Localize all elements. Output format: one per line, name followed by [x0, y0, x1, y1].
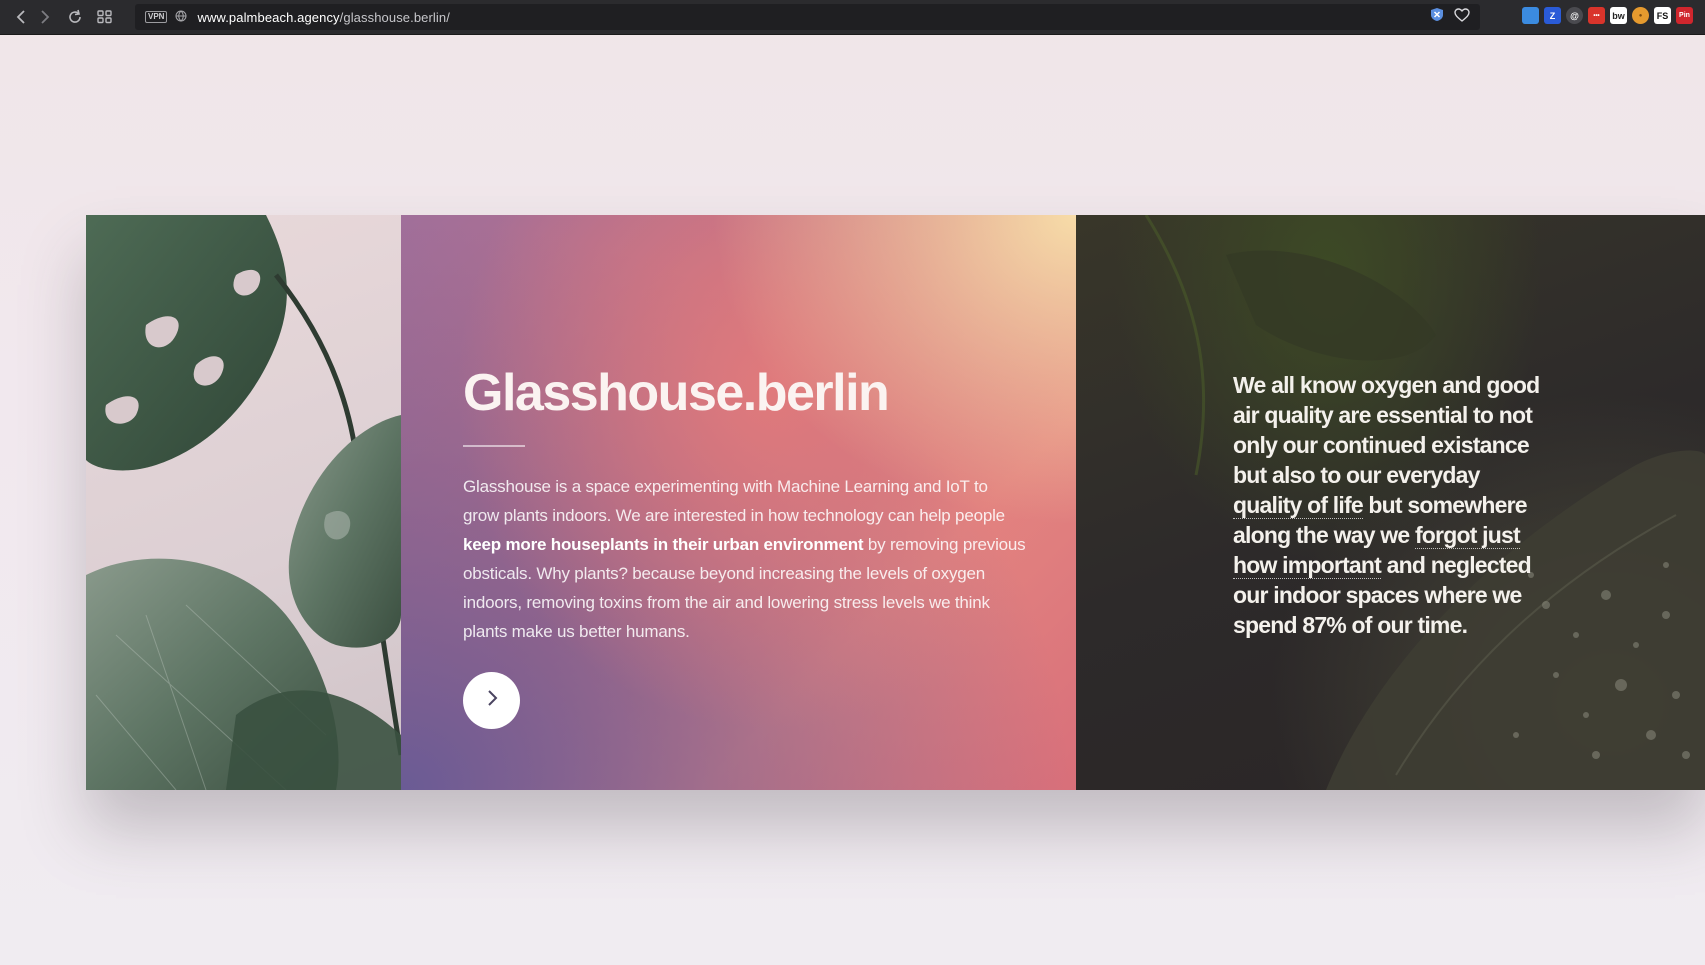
monstera-image: [86, 215, 401, 790]
description-highlight: keep more houseplants in their urban env…: [463, 535, 864, 554]
url-path: /glasshouse.berlin/: [339, 9, 450, 25]
extension-icon-bw[interactable]: bw: [1610, 7, 1627, 24]
intro-panel: Glasshouse.berlin Glasshouse is a space …: [401, 215, 1076, 790]
vpn-badge[interactable]: VPN: [145, 11, 168, 23]
address-bar[interactable]: VPN www.palmbeach.agency/glasshouse.berl…: [135, 4, 1480, 30]
back-icon[interactable]: [10, 6, 32, 28]
browser-toolbar: VPN www.palmbeach.agency/glasshouse.berl…: [0, 0, 1705, 35]
shield-icon[interactable]: [1430, 7, 1444, 27]
title-divider: [463, 445, 525, 447]
quote-text: We all know oxygen and good air quality …: [1233, 370, 1553, 640]
speed-dial-icon[interactable]: [94, 6, 116, 28]
page-title: Glasshouse.berlin: [463, 364, 890, 422]
extension-icon-dots[interactable]: •••: [1588, 7, 1605, 24]
next-button[interactable]: [463, 672, 520, 729]
quote-panel: We all know oxygen and good air quality …: [1076, 215, 1705, 790]
extension-icon-pin[interactable]: Pin: [1676, 7, 1693, 24]
intro-description: Glasshouse is a space experimenting with…: [463, 472, 1028, 646]
forward-icon[interactable]: [34, 6, 56, 28]
quote-text-1: We all know oxygen and good air quality …: [1233, 372, 1540, 488]
extension-icon-fs[interactable]: FS: [1654, 7, 1671, 24]
url-text: www.palmbeach.agency/glasshouse.berlin/: [197, 10, 450, 25]
description-text-1: Glasshouse is a space experimenting with…: [463, 477, 1005, 525]
bookmark-heart-icon[interactable]: [1454, 7, 1470, 27]
reload-icon[interactable]: [64, 6, 86, 28]
hero-card: Glasshouse.berlin Glasshouse is a space …: [86, 215, 1705, 790]
chevron-right-icon: [485, 688, 499, 713]
extension-icon-at[interactable]: @: [1566, 7, 1583, 24]
quote-link-quality-of-life[interactable]: quality of life: [1233, 492, 1364, 519]
extensions-bar: Z @ ••• bw ● FS Pin: [1522, 7, 1693, 24]
url-host: www.palmbeach.agency: [197, 9, 340, 25]
globe-icon: [175, 10, 187, 25]
extension-icon-z[interactable]: Z: [1544, 7, 1561, 24]
extension-icon-1[interactable]: [1522, 7, 1539, 24]
extension-icon-cookie[interactable]: ●: [1632, 7, 1649, 24]
